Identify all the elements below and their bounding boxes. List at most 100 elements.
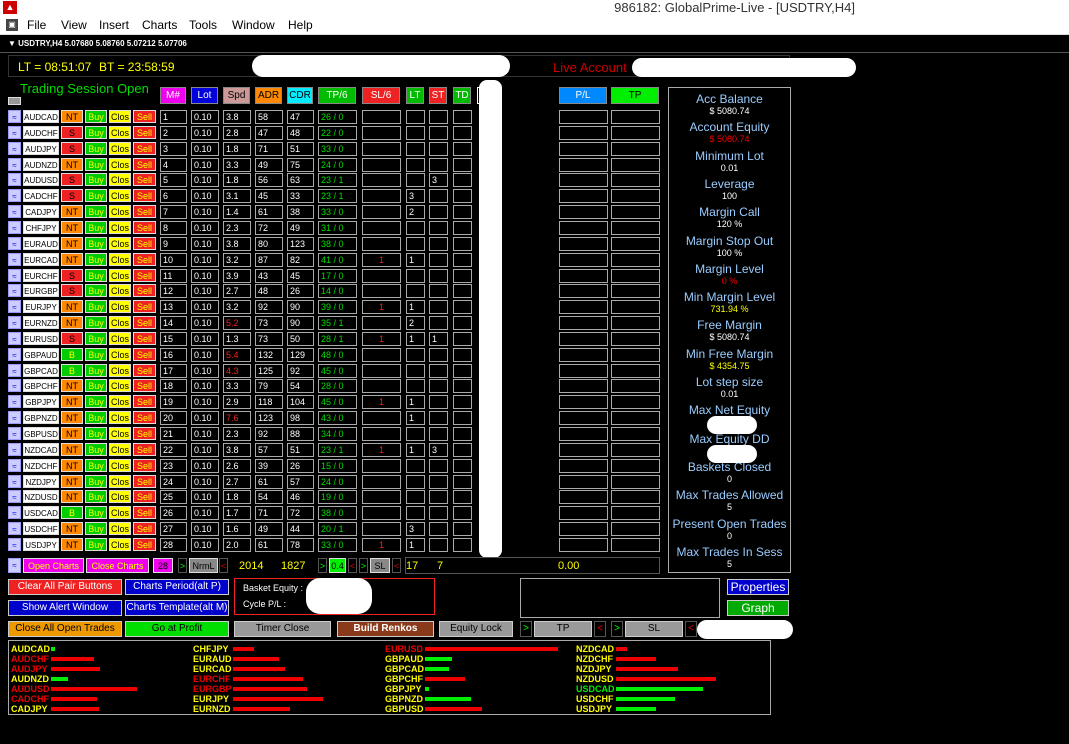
wave-icon[interactable]: ≈	[8, 284, 21, 297]
pair-symbol-button[interactable]: AUDJPY	[23, 142, 59, 155]
sell-button[interactable]: Sell	[133, 142, 156, 155]
buy-button[interactable]: Buy	[85, 269, 107, 282]
sell-button[interactable]: Sell	[133, 221, 156, 234]
close-button[interactable]: Clos	[109, 158, 131, 171]
sell-button[interactable]: Sell	[133, 411, 156, 424]
col-header-st[interactable]: ST	[429, 87, 447, 104]
pair-symbol-button[interactable]: AUDUSD	[23, 173, 59, 186]
sell-button[interactable]: Sell	[133, 395, 156, 408]
graph-button[interactable]: Graph	[727, 600, 789, 616]
pair-mode-badge[interactable]: B	[61, 348, 83, 361]
pair-mode-badge[interactable]: NT	[61, 490, 83, 503]
charts-template-button[interactable]: Charts Template(alt M)	[125, 600, 229, 616]
arrow-left-icon[interactable]: <	[348, 558, 357, 573]
pair-mode-badge[interactable]: NT	[61, 459, 83, 472]
arrow-left-icon[interactable]: <	[219, 558, 228, 573]
pair-mode-badge[interactable]: NT	[61, 475, 83, 488]
pair-mode-badge[interactable]: S	[61, 284, 83, 297]
buy-button[interactable]: Buy	[85, 379, 107, 392]
pair-symbol-button[interactable]: EURNZD	[23, 316, 59, 329]
pair-mode-badge[interactable]: NT	[61, 379, 83, 392]
sell-button[interactable]: Sell	[133, 443, 156, 456]
sell-button[interactable]: Sell	[133, 126, 156, 139]
buy-button[interactable]: Buy	[85, 459, 107, 472]
menu-charts[interactable]: Charts	[142, 18, 177, 32]
arrow-left-icon[interactable]: <	[392, 558, 401, 573]
pair-mode-badge[interactable]: NT	[61, 237, 83, 250]
wave-icon[interactable]: ≈	[8, 459, 21, 472]
close-button[interactable]: Clos	[109, 269, 131, 282]
menu-help[interactable]: Help	[288, 18, 313, 32]
sell-button[interactable]: Sell	[133, 253, 156, 266]
pair-mode-badge[interactable]: NT	[61, 110, 83, 123]
buy-button[interactable]: Buy	[85, 506, 107, 519]
sell-button[interactable]: Sell	[133, 459, 156, 472]
pair-mode-badge[interactable]: S	[61, 269, 83, 282]
wave-icon[interactable]: ≈	[8, 538, 21, 551]
wave-icon[interactable]: ≈	[8, 316, 21, 329]
wave-icon[interactable]: ≈	[8, 158, 21, 171]
sell-button[interactable]: Sell	[133, 348, 156, 361]
close-button[interactable]: Clos	[109, 522, 131, 535]
buy-button[interactable]: Buy	[85, 348, 107, 361]
wave-icon[interactable]: ≈	[8, 443, 21, 456]
sell-button[interactable]: Sell	[133, 269, 156, 282]
col-header-cdr[interactable]: CDR	[287, 87, 313, 104]
close-charts-button[interactable]: Close Charts	[86, 558, 149, 573]
tp-button[interactable]: TP	[534, 621, 592, 637]
menu-tools[interactable]: Tools	[189, 18, 217, 32]
close-button[interactable]: Clos	[109, 189, 131, 202]
wave-icon[interactable]: ≈	[8, 475, 21, 488]
pair-symbol-button[interactable]: AUDNZD	[23, 158, 59, 171]
pair-symbol-button[interactable]: EURCAD	[23, 253, 59, 266]
properties-button[interactable]: Properties	[727, 579, 789, 595]
pair-symbol-button[interactable]: USDCHF	[23, 522, 59, 535]
sell-button[interactable]: Sell	[133, 158, 156, 171]
close-button[interactable]: Clos	[109, 332, 131, 345]
pair-symbol-button[interactable]: EURUSD	[23, 332, 59, 345]
pair-mode-badge[interactable]: NT	[61, 411, 83, 424]
buy-button[interactable]: Buy	[85, 253, 107, 266]
buy-button[interactable]: Buy	[85, 300, 107, 313]
sell-button[interactable]: Sell	[133, 364, 156, 377]
normal-mode-button[interactable]: NrmL	[189, 558, 218, 573]
pair-mode-badge[interactable]: NT	[61, 427, 83, 440]
sl-mode-button[interactable]: SL	[370, 558, 390, 573]
sl-button[interactable]: SL	[625, 621, 683, 637]
sell-button[interactable]: Sell	[133, 379, 156, 392]
buy-button[interactable]: Buy	[85, 332, 107, 345]
charts-period-button[interactable]: Charts Period(alt P)	[125, 579, 229, 595]
buy-button[interactable]: Buy	[85, 475, 107, 488]
menu-view[interactable]: View	[61, 18, 87, 32]
arrow-right-icon[interactable]: >	[611, 621, 623, 637]
pair-mode-badge[interactable]: B	[61, 364, 83, 377]
wave-icon[interactable]: ≈	[8, 237, 21, 250]
sell-button[interactable]: Sell	[133, 316, 156, 329]
buy-button[interactable]: Buy	[85, 427, 107, 440]
buy-button[interactable]: Buy	[85, 284, 107, 297]
pair-mode-badge[interactable]: NT	[61, 221, 83, 234]
wave-icon[interactable]: ≈	[8, 253, 21, 266]
collapse-toggle[interactable]	[8, 97, 21, 105]
close-button[interactable]: Clos	[109, 427, 131, 440]
pair-mode-badge[interactable]: NT	[61, 300, 83, 313]
wave-icon[interactable]: ≈	[8, 110, 21, 123]
close-button[interactable]: Clos	[109, 300, 131, 313]
sell-button[interactable]: Sell	[133, 332, 156, 345]
wave-icon[interactable]: ≈	[8, 364, 21, 377]
buy-button[interactable]: Buy	[85, 126, 107, 139]
wave-icon[interactable]: ≈	[8, 490, 21, 503]
pair-symbol-button[interactable]: EURCHF	[23, 269, 59, 282]
equity-lock-button[interactable]: Equity Lock	[439, 621, 513, 637]
wave-icon[interactable]: ≈	[8, 522, 21, 535]
buy-button[interactable]: Buy	[85, 364, 107, 377]
open-charts-button[interactable]: Open Charts	[23, 558, 84, 573]
close-button[interactable]: Clos	[109, 126, 131, 139]
pair-symbol-button[interactable]: CADJPY	[23, 205, 59, 218]
pair-mode-badge[interactable]: NT	[61, 205, 83, 218]
close-button[interactable]: Clos	[109, 284, 131, 297]
wave-icon[interactable]: ≈	[8, 205, 21, 218]
pair-symbol-button[interactable]: GBPJPY	[23, 395, 59, 408]
pair-mode-badge[interactable]: NT	[61, 316, 83, 329]
col-header-pl[interactable]: P/L	[559, 87, 607, 104]
